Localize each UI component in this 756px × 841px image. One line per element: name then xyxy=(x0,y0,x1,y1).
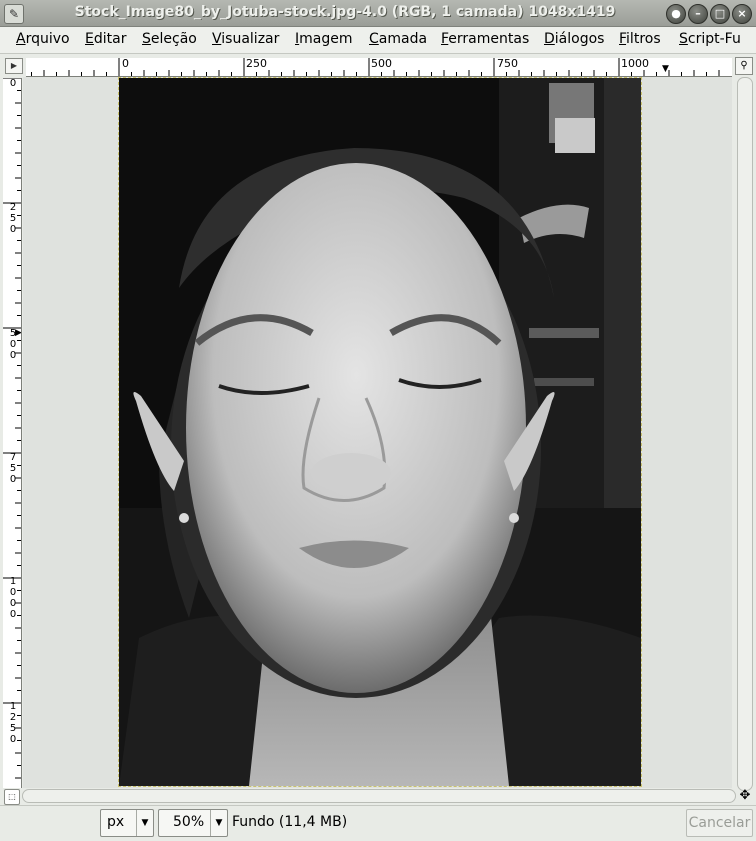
menu-selecao[interactable]: Seleção xyxy=(142,31,197,47)
menu-editar[interactable]: Editar xyxy=(85,31,126,47)
menu-dialogos[interactable]: Diálogos xyxy=(544,31,604,47)
ruler-label: 250 xyxy=(246,58,267,70)
ruler-label: 250 xyxy=(9,202,17,235)
menu-ferramentas[interactable]: Ferramentas xyxy=(441,31,529,47)
menu-filtros[interactable]: Filtros xyxy=(619,31,661,47)
title-bar: ✎ Stock_Image80_by_Jotuba-stock.jpg-4.0 … xyxy=(0,0,756,27)
maximize-icon[interactable]: □ xyxy=(710,4,730,24)
menu-script-fu[interactable]: Script-Fu xyxy=(679,31,741,47)
chevron-down-icon: ▼ xyxy=(136,810,153,836)
menu-arquivo[interactable]: Arquivo xyxy=(16,31,70,47)
cancel-button[interactable]: Cancelar xyxy=(686,809,753,837)
minimize-icon[interactable]: – xyxy=(688,4,708,24)
vertical-ruler-ticks xyxy=(3,78,21,779)
ruler-label: 1000 xyxy=(621,58,649,70)
vertical-ruler[interactable]: 0 250 500 750 1000 1250 ▶ xyxy=(3,78,22,788)
horizontal-scroll-area: ⬚ ✥ xyxy=(0,789,756,805)
navigate-icon[interactable]: ✥ xyxy=(738,789,752,803)
ruler-label: 1250 xyxy=(9,701,17,745)
zoom-value: 50% xyxy=(173,814,205,830)
horizontal-scrollbar[interactable] xyxy=(22,789,736,803)
menu-bar: Arquivo Editar Seleção Visualizar Imagem… xyxy=(0,27,756,54)
layer-info: Fundo (11,4 MB) xyxy=(232,814,348,830)
menu-visualizar[interactable]: Visualizar xyxy=(212,31,279,47)
window-menu-icon[interactable]: ● xyxy=(666,4,686,24)
vertical-scrollbar[interactable] xyxy=(737,77,753,791)
ruler-label: 0 xyxy=(122,58,129,70)
status-bar: px ▼ 50% ▼ Fundo (11,4 MB) Cancelar xyxy=(0,805,756,841)
pointer-marker-icon: ▶ xyxy=(15,328,22,338)
chevron-down-icon: ▼ xyxy=(210,810,227,836)
image-canvas[interactable] xyxy=(118,77,642,787)
unit-value: px xyxy=(107,814,125,830)
gimp-icon[interactable]: ✎ xyxy=(4,4,24,24)
ruler-label: 750 xyxy=(497,58,518,70)
portrait-photo xyxy=(119,78,641,786)
menu-camada[interactable]: Camada xyxy=(369,31,427,47)
horizontal-ruler[interactable]: 0 250 500 750 1000 ▼ xyxy=(26,58,732,77)
pointer-marker-icon: ▼ xyxy=(662,64,669,74)
close-icon[interactable]: × xyxy=(732,4,752,24)
quick-mask-icon[interactable]: ⬚ xyxy=(4,789,20,805)
window-title: Stock_Image80_by_Jotuba-stock.jpg-4.0 (R… xyxy=(74,4,616,20)
ruler-label: 1000 xyxy=(9,576,17,620)
zoom-select[interactable]: 50% ▼ xyxy=(158,809,228,837)
menu-arrow-icon[interactable]: ▶ xyxy=(5,58,23,74)
menu-imagem[interactable]: Imagem xyxy=(295,31,353,47)
zoom-icon[interactable]: ⚲ xyxy=(735,57,753,75)
ruler-label: 750 xyxy=(9,452,17,485)
ruler-label: 500 xyxy=(371,58,392,70)
unit-select[interactable]: px ▼ xyxy=(100,809,154,837)
ruler-label: 0 xyxy=(9,78,17,89)
